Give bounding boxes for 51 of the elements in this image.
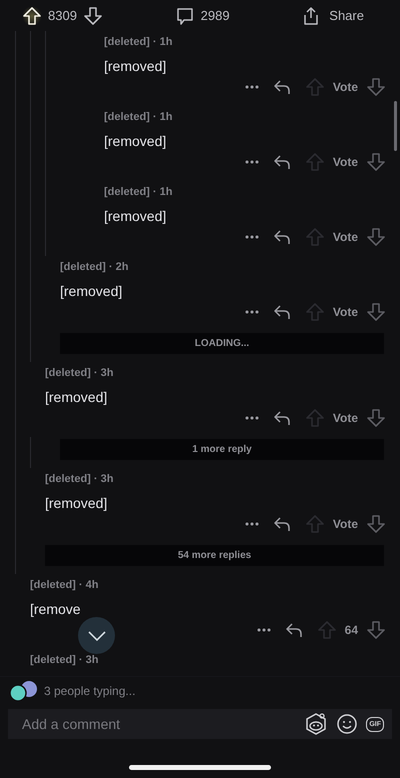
downvote-icon[interactable] bbox=[82, 6, 103, 26]
vote-count: 64 bbox=[344, 623, 358, 637]
more-replies-button[interactable]: 54 more replies bbox=[45, 545, 384, 566]
more-options-icon[interactable] bbox=[244, 416, 259, 420]
vote-count: Vote bbox=[332, 517, 358, 531]
emoji-icon[interactable] bbox=[336, 713, 358, 735]
more-options-icon[interactable] bbox=[244, 310, 259, 314]
share-button[interactable]: Share bbox=[301, 6, 364, 26]
avatars-icon bbox=[8, 680, 38, 702]
reply-icon[interactable] bbox=[284, 622, 303, 638]
reply-icon[interactable] bbox=[272, 79, 291, 95]
vote-count: Vote bbox=[332, 230, 358, 244]
robot-face-icon[interactable] bbox=[304, 712, 328, 736]
comment-meta: [deleted] · 2h bbox=[60, 260, 130, 275]
vote-count: Vote bbox=[332, 155, 358, 169]
more-replies-button[interactable]: 1 more reply bbox=[60, 439, 384, 460]
comment-body: [removed] bbox=[104, 132, 168, 151]
reply-icon[interactable] bbox=[272, 154, 291, 170]
comment-meta: [deleted] · 1h bbox=[104, 35, 174, 50]
more-replies-button[interactable]: LOADING... bbox=[60, 333, 384, 354]
comment-meta: [deleted] · 3h bbox=[45, 366, 114, 381]
comment-body: [remove bbox=[30, 600, 82, 619]
comment-count: 2989 bbox=[200, 8, 230, 23]
comment-body: [removed] bbox=[104, 57, 168, 76]
reply-icon[interactable] bbox=[272, 229, 291, 245]
typing-indicator: 3 people typing... bbox=[44, 684, 136, 698]
more-options-icon[interactable] bbox=[256, 628, 271, 632]
comment-body: [removed] bbox=[60, 282, 124, 301]
more-options-icon[interactable] bbox=[244, 235, 259, 239]
score-count: 8309 bbox=[48, 8, 77, 23]
comment-meta: [deleted] · 1h bbox=[104, 185, 174, 200]
comment-meta: [deleted] · 4h bbox=[30, 578, 100, 593]
comment-body: [removed] bbox=[45, 388, 108, 407]
scroll-down-button[interactable] bbox=[78, 617, 115, 654]
vote-count: Vote bbox=[332, 411, 358, 425]
scrollbar[interactable] bbox=[394, 101, 397, 151]
chevron-down-icon bbox=[86, 630, 106, 642]
more-options-icon[interactable] bbox=[244, 160, 259, 164]
comment-body: [removed] bbox=[45, 494, 108, 513]
vote-count: Vote bbox=[332, 305, 358, 319]
more-options-icon[interactable] bbox=[244, 522, 259, 526]
comment-meta: [deleted] · 3h bbox=[45, 472, 114, 487]
comment-meta: [deleted] · 1h bbox=[104, 110, 174, 125]
comment-icon[interactable] bbox=[174, 6, 195, 26]
reply-icon[interactable] bbox=[272, 410, 291, 426]
reply-icon[interactable] bbox=[272, 516, 291, 532]
comment-meta: [deleted] · 3h bbox=[30, 653, 100, 668]
more-options-icon[interactable] bbox=[244, 85, 259, 89]
comment-body: [removed] bbox=[104, 207, 168, 226]
vote-count: Vote bbox=[332, 80, 358, 94]
reply-icon[interactable] bbox=[272, 304, 291, 320]
